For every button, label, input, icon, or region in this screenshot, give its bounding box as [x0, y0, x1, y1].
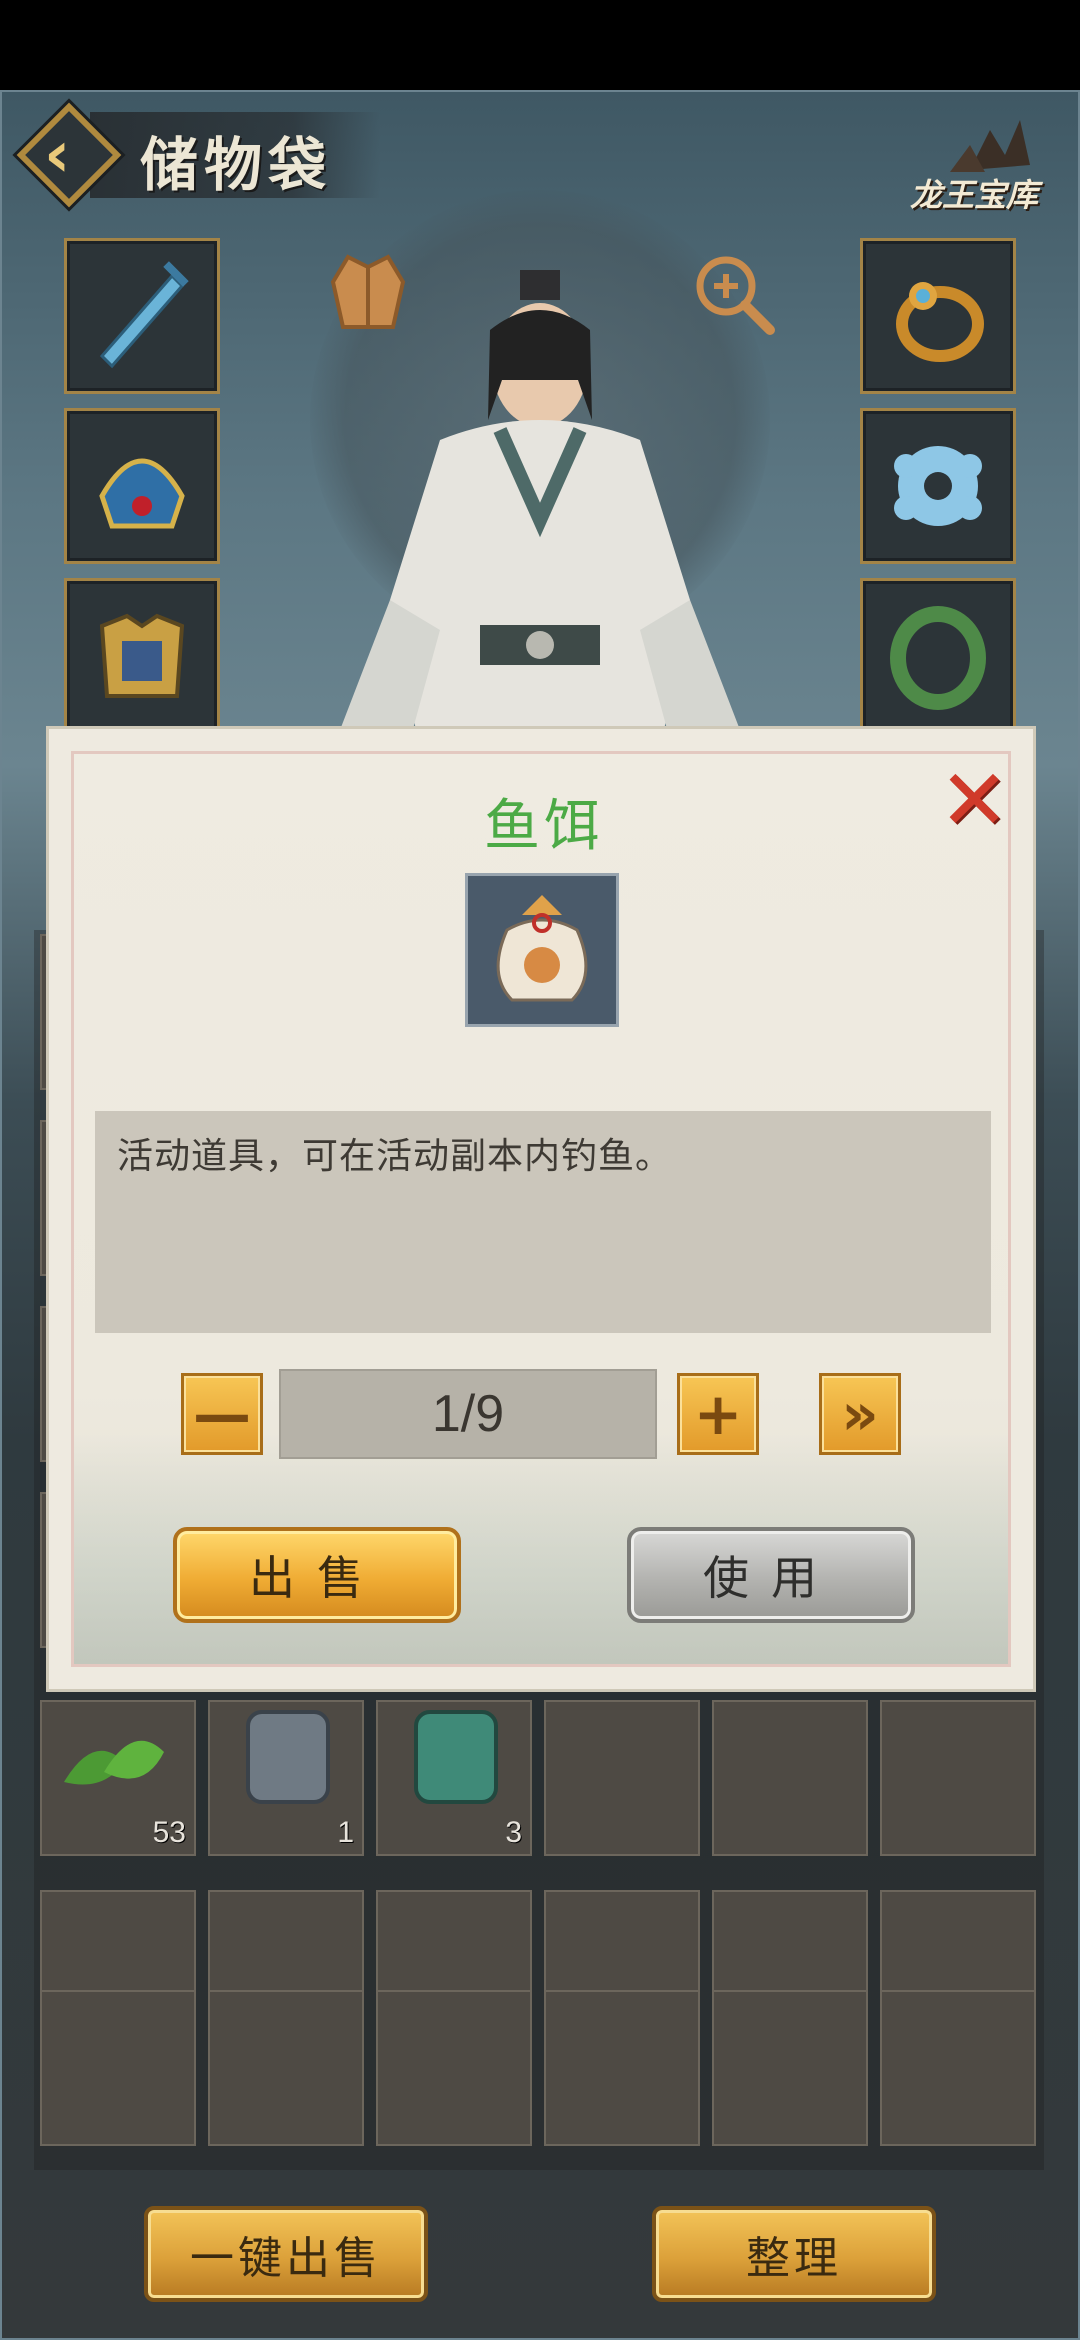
equip-slot-helmet[interactable] — [64, 408, 220, 564]
amulet-icon — [894, 446, 982, 526]
equip-slot-weapon[interactable] — [64, 238, 220, 394]
item-detail-dialog: 鱼饵 ✕ 活动道具，可在活动副本内钓鱼。 — 1/9 + » 出售 使用 — [46, 726, 1036, 1692]
inventory-cell[interactable]: 53 — [40, 1700, 196, 1856]
jade-token-icon — [414, 1710, 498, 1804]
inventory-cell[interactable] — [880, 1990, 1036, 2146]
back-button[interactable]: ‹ — [14, 100, 124, 210]
inventory-cell[interactable] — [376, 1990, 532, 2146]
inventory-cell[interactable]: 3 — [376, 1700, 532, 1856]
equip-slot-armor[interactable] — [64, 578, 220, 734]
sell-button[interactable]: 出售 — [173, 1527, 461, 1623]
treasury-label: 龙王宝库 — [910, 176, 1039, 214]
decrement-button[interactable]: — — [181, 1373, 263, 1455]
inventory-cell[interactable]: 1 — [208, 1700, 364, 1856]
item-description: 活动道具，可在活动副本内钓鱼。 — [117, 1136, 673, 1177]
equip-slot-ring[interactable] — [860, 238, 1016, 394]
inventory-cell[interactable] — [712, 1700, 868, 1856]
page-title: 储物袋 — [140, 131, 333, 199]
bracelet-icon — [890, 606, 986, 710]
item-name: 鱼饵 — [484, 794, 604, 859]
item-thumbnail — [465, 873, 619, 1027]
bait-bag-icon — [496, 895, 588, 1002]
token-icon — [246, 1710, 330, 1804]
inventory-cell[interactable] — [208, 1990, 364, 2146]
quantity-field[interactable]: 1/9 — [279, 1369, 657, 1459]
inventory-cell[interactable] — [544, 1990, 700, 2146]
inventory-cell[interactable] — [880, 1700, 1036, 1856]
use-button[interactable]: 使用 — [627, 1527, 915, 1623]
sword-icon — [99, 261, 189, 369]
status-bar — [0, 0, 1080, 90]
sell-all-button[interactable]: 一键出售 — [144, 2206, 428, 2302]
equip-slot-bracelet[interactable] — [860, 578, 1016, 734]
increment-button[interactable]: + — [677, 1373, 759, 1455]
equip-slot-amulet[interactable] — [860, 408, 1016, 564]
helmet-icon — [99, 458, 185, 529]
item-count: 1 — [337, 1816, 354, 1849]
ring-icon — [896, 282, 984, 362]
item-count: 3 — [505, 1816, 522, 1849]
herb-icon — [64, 1740, 164, 1785]
dragon-king-treasury-button[interactable]: 龙王宝库 — [910, 110, 1070, 220]
inventory-cell[interactable] — [40, 1990, 196, 2146]
item-count: 53 — [152, 1816, 186, 1849]
close-icon[interactable]: ✕ — [939, 758, 1009, 842]
inventory-cell[interactable] — [544, 1700, 700, 1856]
sort-button[interactable]: 整理 — [652, 2206, 936, 2302]
armor-icon — [99, 613, 185, 698]
inventory-cell[interactable] — [712, 1990, 868, 2146]
back-arrow-icon: ‹ — [44, 118, 71, 192]
description-box: 活动道具，可在活动副本内钓鱼。 — [95, 1111, 991, 1333]
character-portrait — [340, 270, 740, 750]
max-quantity-button[interactable]: » — [819, 1373, 901, 1455]
